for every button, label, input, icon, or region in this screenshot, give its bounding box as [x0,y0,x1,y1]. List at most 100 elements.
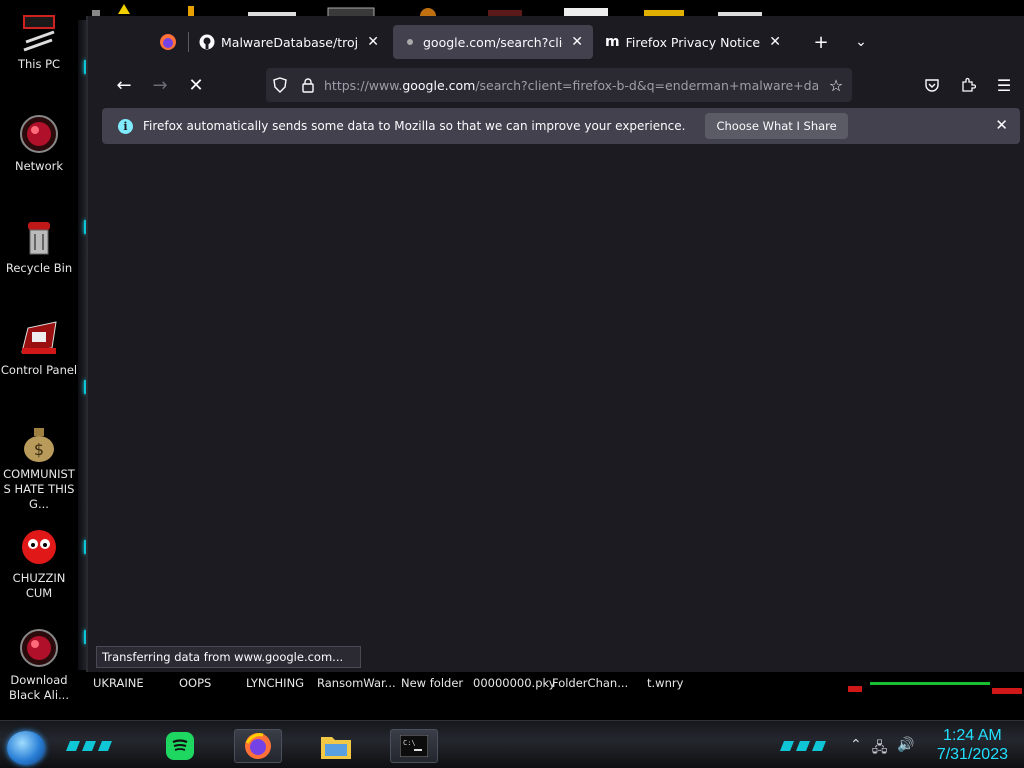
desktop-icon-recycle-bin[interactable]: Recycle Bin [0,216,78,276]
data-collection-notification: i Firefox automatically sends some data … [102,108,1020,144]
network-icon[interactable]: 🖧 [872,737,888,761]
app-menu-button[interactable]: ☰ [988,69,1020,101]
taskbar-app-file-explorer[interactable] [312,729,360,763]
desktop-item-label[interactable]: UKRAINE [93,676,144,692]
clock-date: 7/31/2023 [936,746,1008,763]
start-button[interactable] [7,731,45,765]
desktop-icon-network[interactable]: Network [0,114,78,174]
money-bag-icon: $ [24,428,54,462]
desktop-icon-column: This PC Network Recycle Bin Control Pane… [0,0,80,720]
url-prefix: https://www. [324,77,403,93]
stop-button[interactable]: ✕ [180,69,212,101]
close-icon[interactable]: ✕ [571,34,583,50]
star-icon: ☆ [828,75,844,95]
info-icon: i [118,118,133,134]
svg-text:$: $ [34,440,44,459]
notification-message: Firefox automatically sends some data to… [143,119,686,133]
url-bar[interactable]: https://www.google.com/search?client=fir… [266,68,852,102]
desktop-item-label[interactable]: 00000000.pky [473,676,556,692]
taskbar-decor-right [780,741,826,751]
tab-title: MalwareDatabase/trojans/W [221,34,359,50]
desktop-item-label[interactable]: RansomWar... [317,676,396,692]
tab-malware-database[interactable]: MalwareDatabase/trojans/W ✕ [189,25,389,59]
taskbar-clock[interactable]: 1:24 AM 7/31/2023 [937,727,1008,765]
desktop-icon-label: Network [14,159,64,173]
loading-dot-icon [407,39,413,45]
tab-bar: MalwareDatabase/trojans/W ✕ google.com/s… [98,24,1024,60]
nav-toolbar: ← → ✕ https://www.google.com/search?clie… [98,66,1024,104]
hamburger-menu-icon: ☰ [996,75,1012,95]
github-icon [199,34,215,50]
red-creature-icon [22,530,56,564]
desktop-item-label[interactable]: New folder [401,676,463,692]
desktop-icon-this-pc[interactable]: This PC [0,12,78,72]
url-path: /search?client=firefox-b-d&q=enderman+ma… [475,77,818,93]
notification-chevron-icon[interactable]: ⌃ [850,737,862,761]
arrow-left-icon: ← [116,74,132,96]
volume-icon[interactable]: 🔊 [897,737,914,761]
system-meter-gadget [848,682,1022,694]
bookmark-star-button[interactable]: ☆ [820,69,852,101]
puzzle-piece-icon [962,77,976,92]
network-orb-icon [20,115,58,153]
desktop-item-label[interactable]: FolderChan... [552,676,628,692]
tracking-shield-icon [273,77,287,93]
svg-text:C:\: C:\ [403,739,416,747]
desktop-icon-label: Control Panel [0,363,78,377]
desktop-icon-label: Recycle Bin [5,261,73,275]
desktop-icon-chuzzin[interactable]: CHUZZIN CUM [0,526,78,601]
mozilla-m-icon: m [605,34,620,50]
firefox-logo-icon [160,34,176,50]
desktop-icon-label: This PC [17,57,61,71]
close-icon[interactable]: ✕ [995,116,1008,134]
url-host: google.com [402,77,476,93]
computer-icon [23,15,55,52]
tab-google-search[interactable]: google.com/search?client= ✕ [393,25,593,59]
page-content-area[interactable] [98,148,1020,668]
arrow-right-icon: → [152,74,168,96]
command-prompt-icon: C:\ [400,735,428,757]
desktop-icon-label: Download Black Ali... [9,673,69,702]
desktop-icon-label: CHUZZIN CUM [12,571,66,600]
firefox-logo-icon [245,733,271,759]
url-text[interactable]: https://www.google.com/search?client=fir… [324,78,818,93]
control-panel-icon [21,321,57,354]
status-panel: Transferring data from www.google.com... [96,646,361,668]
lock-icon [302,78,314,93]
desktop-icon-label: COMMUNISTS HATE THIS G... [3,467,75,511]
toolbar-right-buttons: ☰ [916,69,1020,101]
close-icon[interactable]: ✕ [769,34,781,50]
system-tray: ⌃ 🖧 🔊 [850,737,915,761]
extensions-button[interactable] [952,69,984,101]
desktop-item-label[interactable]: LYNCHING [246,676,304,692]
desktop-item-label[interactable]: t.wnry [647,676,683,692]
taskbar-app-firefox[interactable] [234,729,282,763]
desktop-item-label[interactable]: OOPS [179,676,211,692]
list-all-tabs-button[interactable]: ⌄ [845,26,877,58]
taskbar-decor-left [66,741,112,751]
desktop-icon-communists[interactable]: $ COMMUNISTS HATE THIS G... [0,422,78,512]
recycle-bin-icon [28,222,50,255]
forward-button[interactable]: → [144,69,176,101]
tab-title: Firefox Privacy Notice — Mo [625,34,762,50]
plus-icon: + [813,31,829,53]
taskbar-app-command-prompt[interactable]: C:\ [390,729,438,763]
download-orb-icon [20,629,58,667]
back-button[interactable]: ← [108,69,140,101]
folder-icon [321,737,351,759]
pocket-button[interactable] [916,69,948,101]
tab-firefox-privacy[interactable]: m Firefox Privacy Notice — Mo ✕ [595,25,791,59]
new-tab-button[interactable]: + [805,26,837,58]
firefox-view-button[interactable] [148,26,188,58]
stop-x-icon: ✕ [188,74,204,96]
chevron-down-icon: ⌄ [855,34,867,50]
taskbar-app-spotify[interactable] [156,729,204,763]
desktop-icon-download[interactable]: Download Black Ali... [0,628,78,703]
taskbar: C:\ ⌃ 🖧 🔊 1:24 AM 7/31/2023 [0,720,1024,768]
clock-time: 1:24 AM [943,727,1002,744]
spotify-icon [166,732,194,760]
choose-what-i-share-button[interactable]: Choose What I Share [705,113,848,139]
close-icon[interactable]: ✕ [367,34,379,50]
desktop-icon-control-panel[interactable]: Control Panel [0,318,78,378]
firefox-window: MalwareDatabase/trojans/W ✕ google.com/s… [86,16,1024,672]
